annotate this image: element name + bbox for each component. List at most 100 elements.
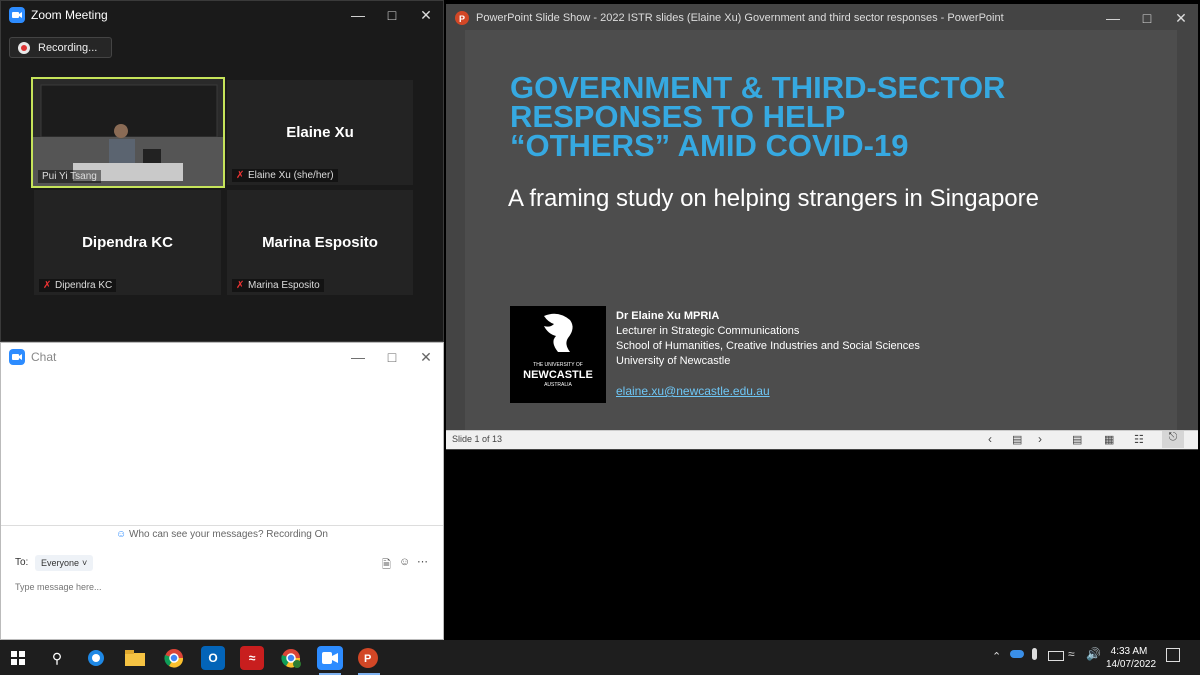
logo-country: AUSTRALIA xyxy=(544,382,572,388)
chevron-down-icon: ˅ xyxy=(82,558,88,568)
muted-mic-icon: ✗ xyxy=(236,169,245,181)
powerpoint-icon[interactable]: P xyxy=(356,646,380,670)
participant-name-label: ✗ Elaine Xu (she/her) xyxy=(232,169,338,182)
participant-name: Elaine Xu (she/her) xyxy=(248,170,334,181)
onedrive-icon[interactable] xyxy=(1010,650,1024,658)
notifications-icon[interactable] xyxy=(1166,648,1180,662)
next-slide-icon[interactable]: › xyxy=(1038,432,1042,446)
maximize-button[interactable]: □ xyxy=(1130,4,1164,32)
participant-display-name: Marina Esposito xyxy=(262,234,378,251)
chrome-icon[interactable] xyxy=(162,646,186,670)
headline-line: “OTHERS” AMID COVID-19 xyxy=(510,128,909,163)
participant-name-label: ✗ Marina Esposito xyxy=(232,279,324,292)
author-role: Lecturer in Strategic Communications xyxy=(616,325,800,337)
file-icon[interactable]: 🗎 xyxy=(382,556,391,575)
slideshow-view-icon[interactable]: ⎋ xyxy=(1162,431,1184,448)
close-button[interactable]: ✕ xyxy=(409,1,443,29)
reading-view-icon[interactable]: ☷ xyxy=(1134,433,1144,446)
more-options-icon[interactable]: ⋯ xyxy=(417,555,428,568)
author-block: Dr Elaine Xu MPRIA Lecturer in Strategic… xyxy=(616,309,920,369)
video-tile-pui-yi-tsang[interactable]: Pui Yi Tsang xyxy=(31,77,225,188)
maximize-button[interactable]: □ xyxy=(375,343,409,371)
close-button[interactable]: ✕ xyxy=(1164,4,1198,32)
close-button[interactable]: ✕ xyxy=(409,343,443,371)
powerpoint-window-title: PowerPoint Slide Show - 2022 ISTR slides… xyxy=(476,12,1004,24)
author-school: School of Humanities, Creative Industrie… xyxy=(616,340,920,352)
participant-name-label: Pui Yi Tsang xyxy=(38,170,101,183)
message-input[interactable] xyxy=(13,579,437,595)
emoji-icon[interactable]: ☺ xyxy=(399,556,410,568)
video-tile-marina-esposito[interactable]: Marina Esposito ✗ Marina Esposito xyxy=(227,190,413,295)
clock-time: 4:33 AM xyxy=(1110,646,1148,657)
chat-window-title: Chat xyxy=(31,350,57,364)
privacy-notice-text: Who can see your messages? Recording On xyxy=(129,529,328,540)
chrome-profile-icon[interactable] xyxy=(279,646,303,670)
author-name: Dr Elaine Xu MPRIA xyxy=(616,310,720,322)
search-icon[interactable]: ⚲ xyxy=(45,646,69,670)
minimize-button[interactable]: — xyxy=(1096,4,1130,32)
slide-subtitle: A framing study on helping strangers in … xyxy=(508,185,1039,212)
video-tile-elaine-xu[interactable]: Elaine Xu ✗ Elaine Xu (she/her) xyxy=(227,80,413,185)
author-university: University of Newcastle xyxy=(616,355,731,367)
slide-canvas[interactable]: GOVERNMENT & THIRD-SECTOR RESPONSES TO H… xyxy=(465,30,1177,430)
university-logo: THE UNIVERSITY OF NEWCASTLE AUSTRALIA xyxy=(510,306,606,403)
participant-name: Marina Esposito xyxy=(248,280,320,291)
slideshow-status-bar: Slide 1 of 13 ‹ ▤ › ▤ ▦ ☷ ⎋ xyxy=(446,430,1198,449)
outlook-icon[interactable]: O xyxy=(201,646,225,670)
wifi-icon[interactable]: ≈ xyxy=(1068,647,1075,661)
recording-indicator[interactable]: Recording... xyxy=(9,37,113,58)
svg-text:P: P xyxy=(459,14,465,24)
maximize-button[interactable]: □ xyxy=(375,1,409,29)
zoom-app-icon xyxy=(9,7,25,23)
powerpoint-titlebar: P PowerPoint Slide Show - 2022 ISTR slid… xyxy=(446,4,1198,32)
author-email-link[interactable]: elaine.xu@newcastle.edu.au xyxy=(616,384,770,398)
university-crest-icon xyxy=(544,313,573,352)
slide-headline: GOVERNMENT & THIRD-SECTOR RESPONSES TO H… xyxy=(510,70,1006,163)
chat-window: Chat — □ ✕ ☺ Who can see your messages? … xyxy=(0,342,444,640)
clock-date: 14/07/2022 xyxy=(1106,659,1157,670)
previous-slide-icon[interactable]: ‹ xyxy=(988,432,992,446)
cortana-icon[interactable] xyxy=(84,646,108,670)
microphone-icon[interactable] xyxy=(1032,648,1037,660)
show-hidden-icons-icon[interactable]: ⌃ xyxy=(992,650,1001,663)
volume-icon[interactable]: 🔊 xyxy=(1086,647,1101,661)
minimize-button[interactable]: — xyxy=(341,343,375,371)
slide-sorter-icon[interactable]: ▦ xyxy=(1104,433,1114,446)
slide-menu-icon[interactable]: ▤ xyxy=(1012,433,1022,446)
recipient-dropdown[interactable]: Everyone ˅ xyxy=(35,555,94,571)
zoom-meeting-window: Zoom Meeting — □ ✕ Recording... Pui Yi T… xyxy=(0,0,444,342)
headline-line: GOVERNMENT & THIRD-SECTOR xyxy=(510,70,1006,105)
zoom-window-title: Zoom Meeting xyxy=(31,8,108,22)
headline-line: RESPONSES TO HELP xyxy=(510,99,846,134)
acrobat-icon[interactable]: ≈ xyxy=(240,646,264,670)
clock[interactable]: 4:33 AM 14/07/2022 xyxy=(1106,645,1157,671)
participant-name: Pui Yi Tsang xyxy=(42,171,97,182)
zoom-icon[interactable] xyxy=(317,646,343,670)
recording-cloud-icon xyxy=(18,41,30,54)
zoom-app-icon xyxy=(9,349,25,365)
to-label: To: xyxy=(15,557,29,568)
participant-name: Dipendra KC xyxy=(55,280,113,291)
participant-name-label: ✗ Dipendra KC xyxy=(39,279,117,292)
recipient-value: Everyone xyxy=(41,558,80,568)
zoom-titlebar: Zoom Meeting — □ ✕ xyxy=(1,1,443,29)
participant-display-name: Elaine Xu xyxy=(286,124,354,141)
powerpoint-app-icon: P xyxy=(455,11,469,25)
chat-privacy-notice[interactable]: ☺ Who can see your messages? Recording O… xyxy=(1,529,443,540)
participant-display-name: Dipendra KC xyxy=(82,234,173,251)
logo-name: NEWCASTLE xyxy=(523,369,593,381)
slide-counter: Slide 1 of 13 xyxy=(452,434,503,444)
battery-icon[interactable] xyxy=(1048,651,1064,661)
minimize-button[interactable]: — xyxy=(341,1,375,29)
windows-taskbar: ⚲ O ≈ P ⌃ ≈ 🔊 4:33 AM 14/07/2022 xyxy=(0,640,1200,675)
video-tile-dipendra-kc[interactable]: Dipendra KC ✗ Dipendra KC xyxy=(34,190,221,295)
muted-mic-icon: ✗ xyxy=(43,279,52,291)
muted-mic-icon: ✗ xyxy=(236,279,245,291)
normal-view-icon[interactable]: ▤ xyxy=(1072,433,1082,446)
svg-text:P: P xyxy=(364,653,371,665)
people-icon: ☺ xyxy=(116,529,127,540)
recording-label: Recording... xyxy=(38,41,98,54)
chat-divider xyxy=(1,525,443,526)
file-explorer-icon[interactable] xyxy=(123,646,147,670)
windows-icon[interactable] xyxy=(6,646,30,670)
